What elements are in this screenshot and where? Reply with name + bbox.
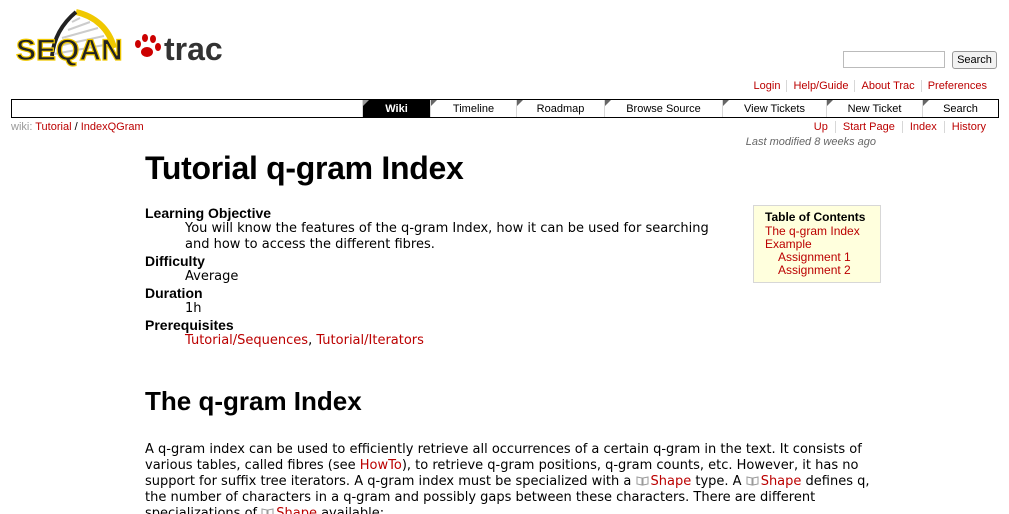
breadcrumb-indexqgram[interactable]: IndexQGram [81, 121, 144, 133]
search-button[interactable]: Search [952, 51, 997, 69]
desc-duration: 1h [185, 301, 202, 316]
breadcrumb: wiki: Tutorial / IndexQGram [11, 121, 144, 133]
logo-text-trac: trac [164, 31, 223, 67]
start-page-link[interactable]: Start Page [834, 121, 902, 133]
logo-text-seqan: SEQAN [16, 34, 123, 67]
term-difficulty: Difficulty [145, 253, 205, 269]
toc-item-assignment-2[interactable]: Assignment 2 [765, 264, 869, 277]
toc-title: Table of Contents [765, 210, 866, 224]
definition-list: Learning Objective You will know the fea… [145, 205, 745, 349]
howto-link[interactable]: HowTo [360, 458, 402, 473]
main-nav: Wiki Timeline Roadmap Browse Source View… [11, 99, 999, 118]
nav-new-ticket[interactable]: New Ticket [826, 100, 922, 117]
history-link[interactable]: History [943, 121, 993, 133]
paw-icon [135, 34, 161, 57]
meta-nav: Login Help/Guide About Trac Preferences [748, 80, 993, 92]
para-text: type. A [691, 474, 746, 489]
help-guide-link[interactable]: Help/Guide [786, 80, 854, 92]
nav-search[interactable]: Search [922, 100, 998, 117]
term-duration: Duration [145, 285, 203, 301]
index-link[interactable]: Index [901, 121, 944, 133]
context-nav: Up Start Page Index History [807, 121, 993, 133]
nav-view-tickets[interactable]: View Tickets [722, 100, 826, 117]
term-learning-objective: Learning Objective [145, 205, 272, 221]
login-link[interactable]: Login [748, 80, 787, 92]
nav-wiki[interactable]: Wiki [362, 100, 430, 117]
link-tutorial-iterators[interactable]: Tutorial/Iterators [316, 333, 424, 348]
section-title: The q-gram Index [145, 386, 362, 416]
nav-timeline[interactable]: Timeline [430, 100, 516, 117]
search-input[interactable] [843, 51, 945, 68]
desc-learning-objective: You will know the features of the q-gram… [185, 221, 709, 252]
preferences-link[interactable]: Preferences [920, 80, 993, 92]
para-text: available: [316, 506, 385, 514]
last-modified: Last modified 8 weeks ago [745, 136, 876, 148]
page-title: Tutorial q-gram Index [145, 150, 464, 186]
wiki-book-icon [636, 476, 648, 486]
table-of-contents: Table of Contents The q-gram Index Examp… [753, 205, 881, 283]
up-link[interactable]: Up [807, 121, 835, 133]
shape-link[interactable]: Shape [651, 474, 692, 489]
breadcrumb-prefix: wiki: [11, 121, 33, 133]
about-trac-link[interactable]: About Trac [854, 80, 920, 92]
shape-link[interactable]: Shape [276, 506, 317, 514]
section-paragraph: A q-gram index can be used to efficientl… [145, 442, 880, 514]
nav-roadmap[interactable]: Roadmap [516, 100, 604, 117]
nav-browse-source[interactable]: Browse Source [604, 100, 722, 117]
term-prerequisites: Prerequisites [145, 317, 234, 333]
breadcrumb-tutorial[interactable]: Tutorial [35, 121, 71, 133]
breadcrumb-sep: / [71, 121, 81, 133]
desc-difficulty: Average [185, 269, 239, 284]
wiki-book-icon [746, 476, 759, 486]
wiki-book-icon [261, 508, 274, 514]
shape-link[interactable]: Shape [761, 474, 802, 489]
desc-prerequisites: Tutorial/Sequences, Tutorial/Iterators [185, 333, 424, 348]
link-tutorial-sequences[interactable]: Tutorial/Sequences [185, 333, 308, 348]
seqan-trac-logo[interactable]: SEQAN trac [14, 8, 229, 70]
